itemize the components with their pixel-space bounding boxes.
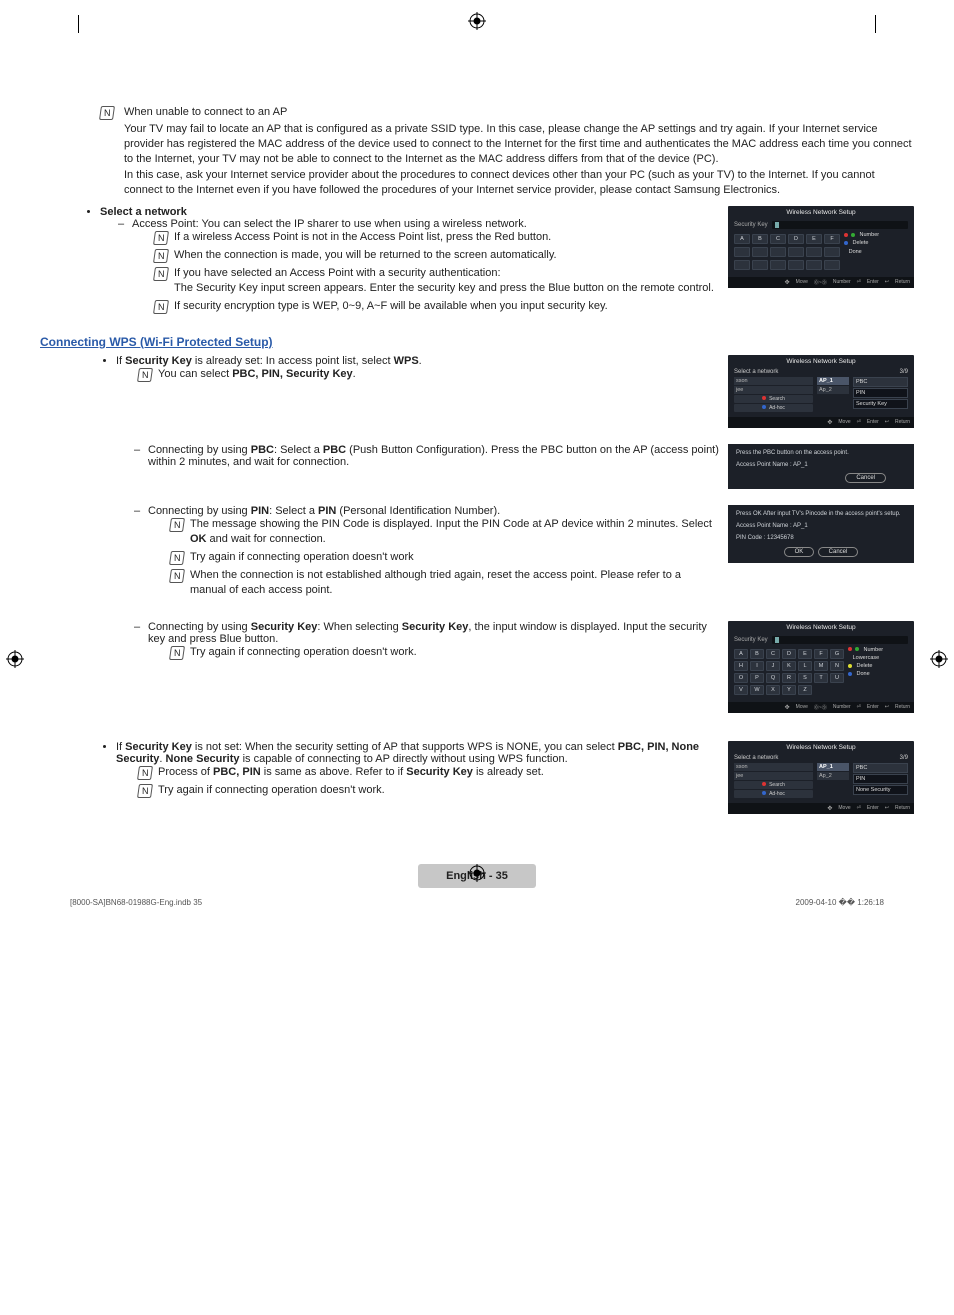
body-text: Connecting by using PIN: Select a PIN (P… bbox=[148, 505, 720, 517]
screenshot-pbc-prompt: Press the PBC button on the access point… bbox=[728, 444, 914, 490]
screenshot-select-network-seckey: Wireless Network Setup Select a network3… bbox=[728, 355, 914, 428]
note-icon: N bbox=[169, 518, 185, 532]
body-text: When the connection is not established a… bbox=[190, 568, 720, 598]
note-heading: When unable to connect to an AP bbox=[124, 105, 914, 120]
body-text: Process of PBC, PIN is same as above. Re… bbox=[158, 765, 544, 780]
screenshot-select-network-nonesec: Wireless Network Setup Select a network3… bbox=[728, 741, 914, 814]
body-text: If Security Key is not set: When the sec… bbox=[116, 741, 720, 765]
screenshot-security-key-hex: Wireless Network Setup Security Key ABCD… bbox=[728, 206, 914, 288]
body-text: When the connection is made, you will be… bbox=[174, 248, 557, 263]
doc-timestamp: 2009-04-10 �� 1:26:18 bbox=[796, 898, 884, 907]
body-text: Try again if connecting operation doesn'… bbox=[190, 550, 414, 565]
note-icon: N bbox=[169, 551, 185, 565]
note-icon: N bbox=[99, 106, 115, 120]
section-label: Select a network bbox=[100, 206, 187, 218]
screenshot-pin-prompt: Press OK After input TV's Pincode in the… bbox=[728, 505, 914, 562]
note-icon: N bbox=[137, 368, 153, 382]
body-text: Try again if connecting operation doesn'… bbox=[158, 783, 385, 798]
body-text: The Security Key input screen appears. E… bbox=[174, 282, 714, 294]
note-icon: N bbox=[137, 766, 153, 780]
doc-filename: [8000-SA]BN68-01988G-Eng.indb 35 bbox=[70, 898, 202, 907]
registration-mark-bottom bbox=[468, 864, 486, 882]
section-title: Connecting WPS (Wi-Fi Protected Setup) bbox=[40, 335, 914, 349]
note-icon: N bbox=[137, 784, 153, 798]
note-icon: N bbox=[169, 646, 185, 660]
note-icon: N bbox=[153, 267, 169, 281]
note-icon: N bbox=[153, 249, 169, 263]
registration-mark-top bbox=[468, 12, 486, 30]
body-text: Access Point: You can select the IP shar… bbox=[132, 218, 527, 230]
note-icon: N bbox=[169, 569, 185, 583]
body-text: If a wireless Access Point is not in the… bbox=[174, 230, 551, 245]
body-text: Connecting by using PBC: Select a PBC (P… bbox=[134, 444, 720, 468]
note-icon: N bbox=[153, 231, 169, 245]
note-paragraph: In this case, ask your Internet service … bbox=[124, 168, 914, 198]
body-text: If security encryption type is WEP, 0~9,… bbox=[174, 299, 608, 314]
body-text: Try again if connecting operation doesn'… bbox=[190, 645, 417, 660]
body-text: You can select PBC, PIN, Security Key. bbox=[158, 367, 356, 382]
body-text: If Security Key is already set: In acces… bbox=[116, 355, 422, 367]
registration-mark-right bbox=[930, 650, 948, 668]
note-paragraph: Your TV may fail to locate an AP that is… bbox=[124, 122, 914, 167]
body-text: If you have selected an Access Point wit… bbox=[174, 267, 501, 279]
body-text: The message showing the PIN Code is disp… bbox=[190, 517, 720, 547]
body-text: Connecting by using Security Key: When s… bbox=[148, 621, 720, 645]
registration-mark-left bbox=[6, 650, 24, 668]
screenshot-security-key-full: Wireless Network Setup Security Key ABCD… bbox=[728, 621, 914, 713]
note-icon: N bbox=[153, 300, 169, 314]
